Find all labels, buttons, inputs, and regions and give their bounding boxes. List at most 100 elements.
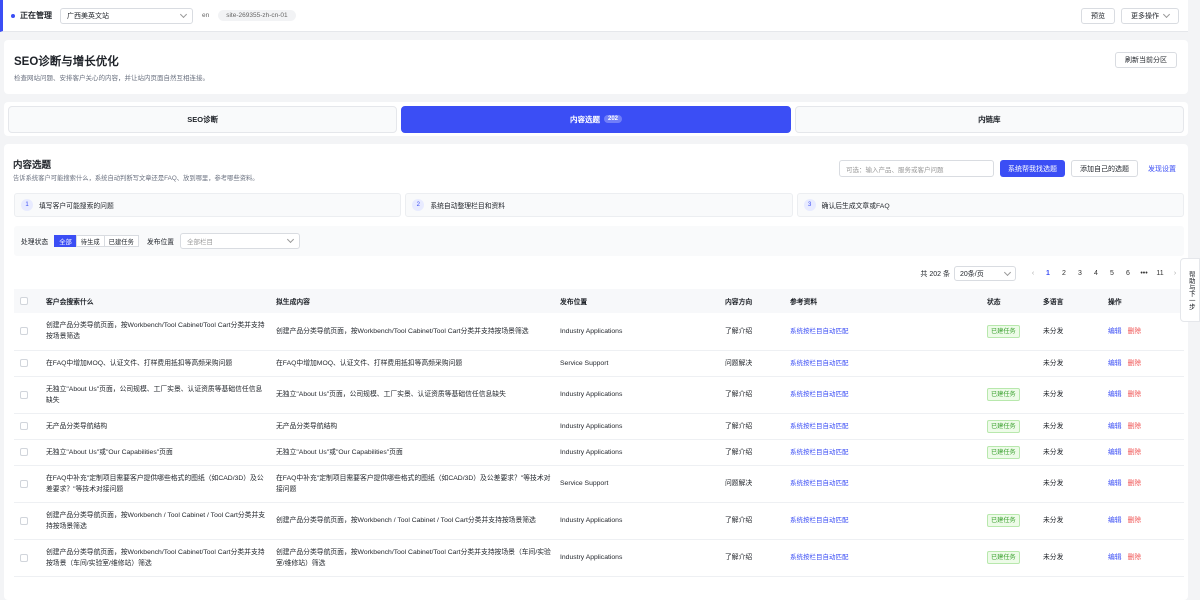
page-link[interactable]: 5 [1106, 270, 1118, 277]
site-select[interactable]: 广西美英文站 [60, 7, 193, 24]
step-item: 3 确认后生成文章或FAQ [796, 193, 1184, 217]
query-cell: 在FAQ中补充"定制项目需要客户提供哪些格式的图纸（如CAD/3D）及公差要求？… [42, 465, 272, 503]
row-checkbox[interactable] [20, 479, 28, 488]
chevron-down-icon [1162, 10, 1171, 19]
managing-label: 正在管理 [20, 11, 52, 20]
reference-link[interactable]: 系统按栏目自动匹配 [790, 554, 849, 561]
topic-query-input[interactable]: 可选：输入产品、服务或客户问题 [839, 160, 994, 177]
topic-search-row: 可选：输入产品、服务或客户问题 系统帮我找选题 添加自己的选题 发现设置 [839, 160, 1176, 177]
prev-page-icon[interactable]: ‹ [1028, 270, 1038, 277]
position-cell: Industry Applications [556, 413, 721, 440]
edit-button[interactable]: 编辑 [1108, 391, 1122, 398]
page-ellipsis[interactable]: ••• [1138, 270, 1150, 277]
status-badge: 已建任务 [987, 324, 1020, 338]
reference-link[interactable]: 系统按栏目自动匹配 [790, 360, 849, 367]
tab-seo-diagnosis[interactable]: SEO诊断 [8, 105, 398, 133]
actions-cell: 编辑 删除 [1104, 350, 1184, 377]
row-checkbox[interactable] [20, 516, 28, 525]
reference-cell: 系统按栏目自动匹配 [786, 502, 983, 540]
row-checkbox[interactable] [20, 359, 28, 367]
row-checkbox[interactable] [20, 390, 28, 399]
status-badge: 已建任务 [987, 388, 1020, 401]
language-code: en [202, 12, 210, 19]
actions-cell: 编辑 删除 [1104, 413, 1184, 440]
row-checkbox[interactable] [20, 448, 28, 456]
discovery-settings-link[interactable]: 发现设置 [1148, 164, 1176, 174]
status-option-pending[interactable]: 待生成 [75, 235, 105, 247]
page-link[interactable]: 4 [1090, 270, 1102, 277]
help-next-step-tab[interactable]: 帮助与下一步 [1180, 258, 1200, 322]
row-checkbox[interactable] [20, 327, 28, 336]
reference-link[interactable]: 系统按栏目自动匹配 [790, 423, 849, 430]
page-link[interactable]: 2 [1058, 270, 1070, 277]
select-all-cell [14, 289, 42, 313]
step-label: 系统自动整理栏目和资料 [430, 203, 506, 210]
reference-link[interactable]: 系统按栏目自动匹配 [790, 449, 849, 456]
edit-button[interactable]: 编辑 [1108, 423, 1122, 430]
delete-button[interactable]: 删除 [1128, 360, 1142, 367]
edit-button[interactable]: 编辑 [1108, 517, 1122, 524]
delete-button[interactable]: 删除 [1128, 554, 1142, 561]
tab-label: 内链库 [978, 114, 1001, 124]
edit-button[interactable]: 编辑 [1108, 360, 1122, 367]
direction-cell: 了解介绍 [721, 376, 786, 414]
position-cell: Industry Applications [556, 539, 721, 577]
table-row: 创建产品分类导航页面，按Workbench / Tool Cabinet / T… [14, 502, 1184, 540]
tab-count-badge: 202 [603, 115, 622, 123]
tab-content-topics[interactable]: 内容选题 202 [401, 105, 791, 133]
step-number: 2 [412, 199, 425, 211]
page-link[interactable]: 3 [1074, 270, 1086, 277]
step-number: 3 [803, 199, 816, 211]
delete-button[interactable]: 删除 [1128, 423, 1142, 430]
delete-button[interactable]: 删除 [1128, 391, 1142, 398]
edit-button[interactable]: 编辑 [1108, 480, 1122, 487]
reference-link[interactable]: 系统按栏目自动匹配 [790, 517, 849, 524]
delete-button[interactable]: 删除 [1128, 449, 1142, 456]
content-cell: 无产品分类导航结构 [272, 413, 556, 440]
add-own-topic-button[interactable]: 添加自己的选题 [1071, 160, 1138, 177]
edit-button[interactable]: 编辑 [1108, 554, 1122, 561]
reference-link[interactable]: 系统按栏目自动匹配 [790, 328, 849, 335]
site-name: 广西美英文站 [67, 12, 109, 20]
reference-link[interactable]: 系统按栏目自动匹配 [790, 480, 849, 487]
status-filter-label: 处理状态 [21, 239, 49, 246]
page-link[interactable]: 6 [1122, 270, 1134, 277]
row-checkbox[interactable] [20, 422, 28, 430]
step-label: 确认后生成文章或FAQ [821, 203, 890, 210]
position-cell: Industry Applications [556, 502, 721, 540]
multilang-cell: 未分发 [1039, 413, 1104, 440]
help-label: 帮助与下一步 [1187, 270, 1195, 310]
position-select[interactable]: 全部栏目 [180, 233, 301, 249]
status-filter: 全部 待生成 已建任务 [54, 235, 139, 247]
reference-cell: 系统按栏目自动匹配 [786, 465, 983, 503]
refresh-section-button[interactable]: 刷新当前分区 [1115, 52, 1177, 68]
query-cell: 创建产品分类导航页面，按Workbench / Tool Cabinet / T… [42, 502, 272, 540]
edit-button[interactable]: 编辑 [1108, 449, 1122, 456]
step-item: 1 填写客户可能搜索的问题 [14, 193, 402, 217]
status-cell: 已建任务 [983, 376, 1039, 414]
status-option-all[interactable]: 全部 [54, 235, 77, 247]
edit-button[interactable]: 编辑 [1108, 328, 1122, 335]
delete-button[interactable]: 删除 [1128, 480, 1142, 487]
row-checkbox[interactable] [20, 553, 28, 562]
more-actions-button[interactable]: 更多操作 [1121, 8, 1179, 24]
status-option-created[interactable]: 已建任务 [103, 235, 139, 247]
chevron-down-icon [179, 10, 188, 18]
position-filter-label: 发布位置 [146, 239, 175, 246]
multilang-cell: 未分发 [1039, 439, 1104, 466]
reference-link[interactable]: 系统按栏目自动匹配 [790, 391, 849, 398]
column-header: 拟生成内容 [276, 299, 310, 306]
delete-button[interactable]: 删除 [1128, 517, 1142, 524]
status-cell: 已建任务 [983, 502, 1039, 540]
per-page-select[interactable]: 20条/页 [954, 266, 1016, 281]
select-all-checkbox[interactable] [20, 297, 28, 305]
find-topics-button[interactable]: 系统帮我找选题 [1000, 160, 1065, 177]
page-link[interactable]: 1 [1042, 270, 1054, 277]
next-page-icon[interactable]: › [1170, 270, 1180, 277]
preview-button[interactable]: 预览 [1081, 8, 1115, 24]
table-row: 在FAQ中补充"定制项目需要客户提供哪些格式的图纸（如CAD/3D）及公差要求？… [14, 465, 1184, 503]
page-link[interactable]: 11 [1154, 270, 1166, 277]
column-header: 内容方向 [725, 299, 753, 306]
delete-button[interactable]: 删除 [1128, 328, 1142, 335]
tab-internal-links[interactable]: 内链库 [794, 105, 1184, 133]
